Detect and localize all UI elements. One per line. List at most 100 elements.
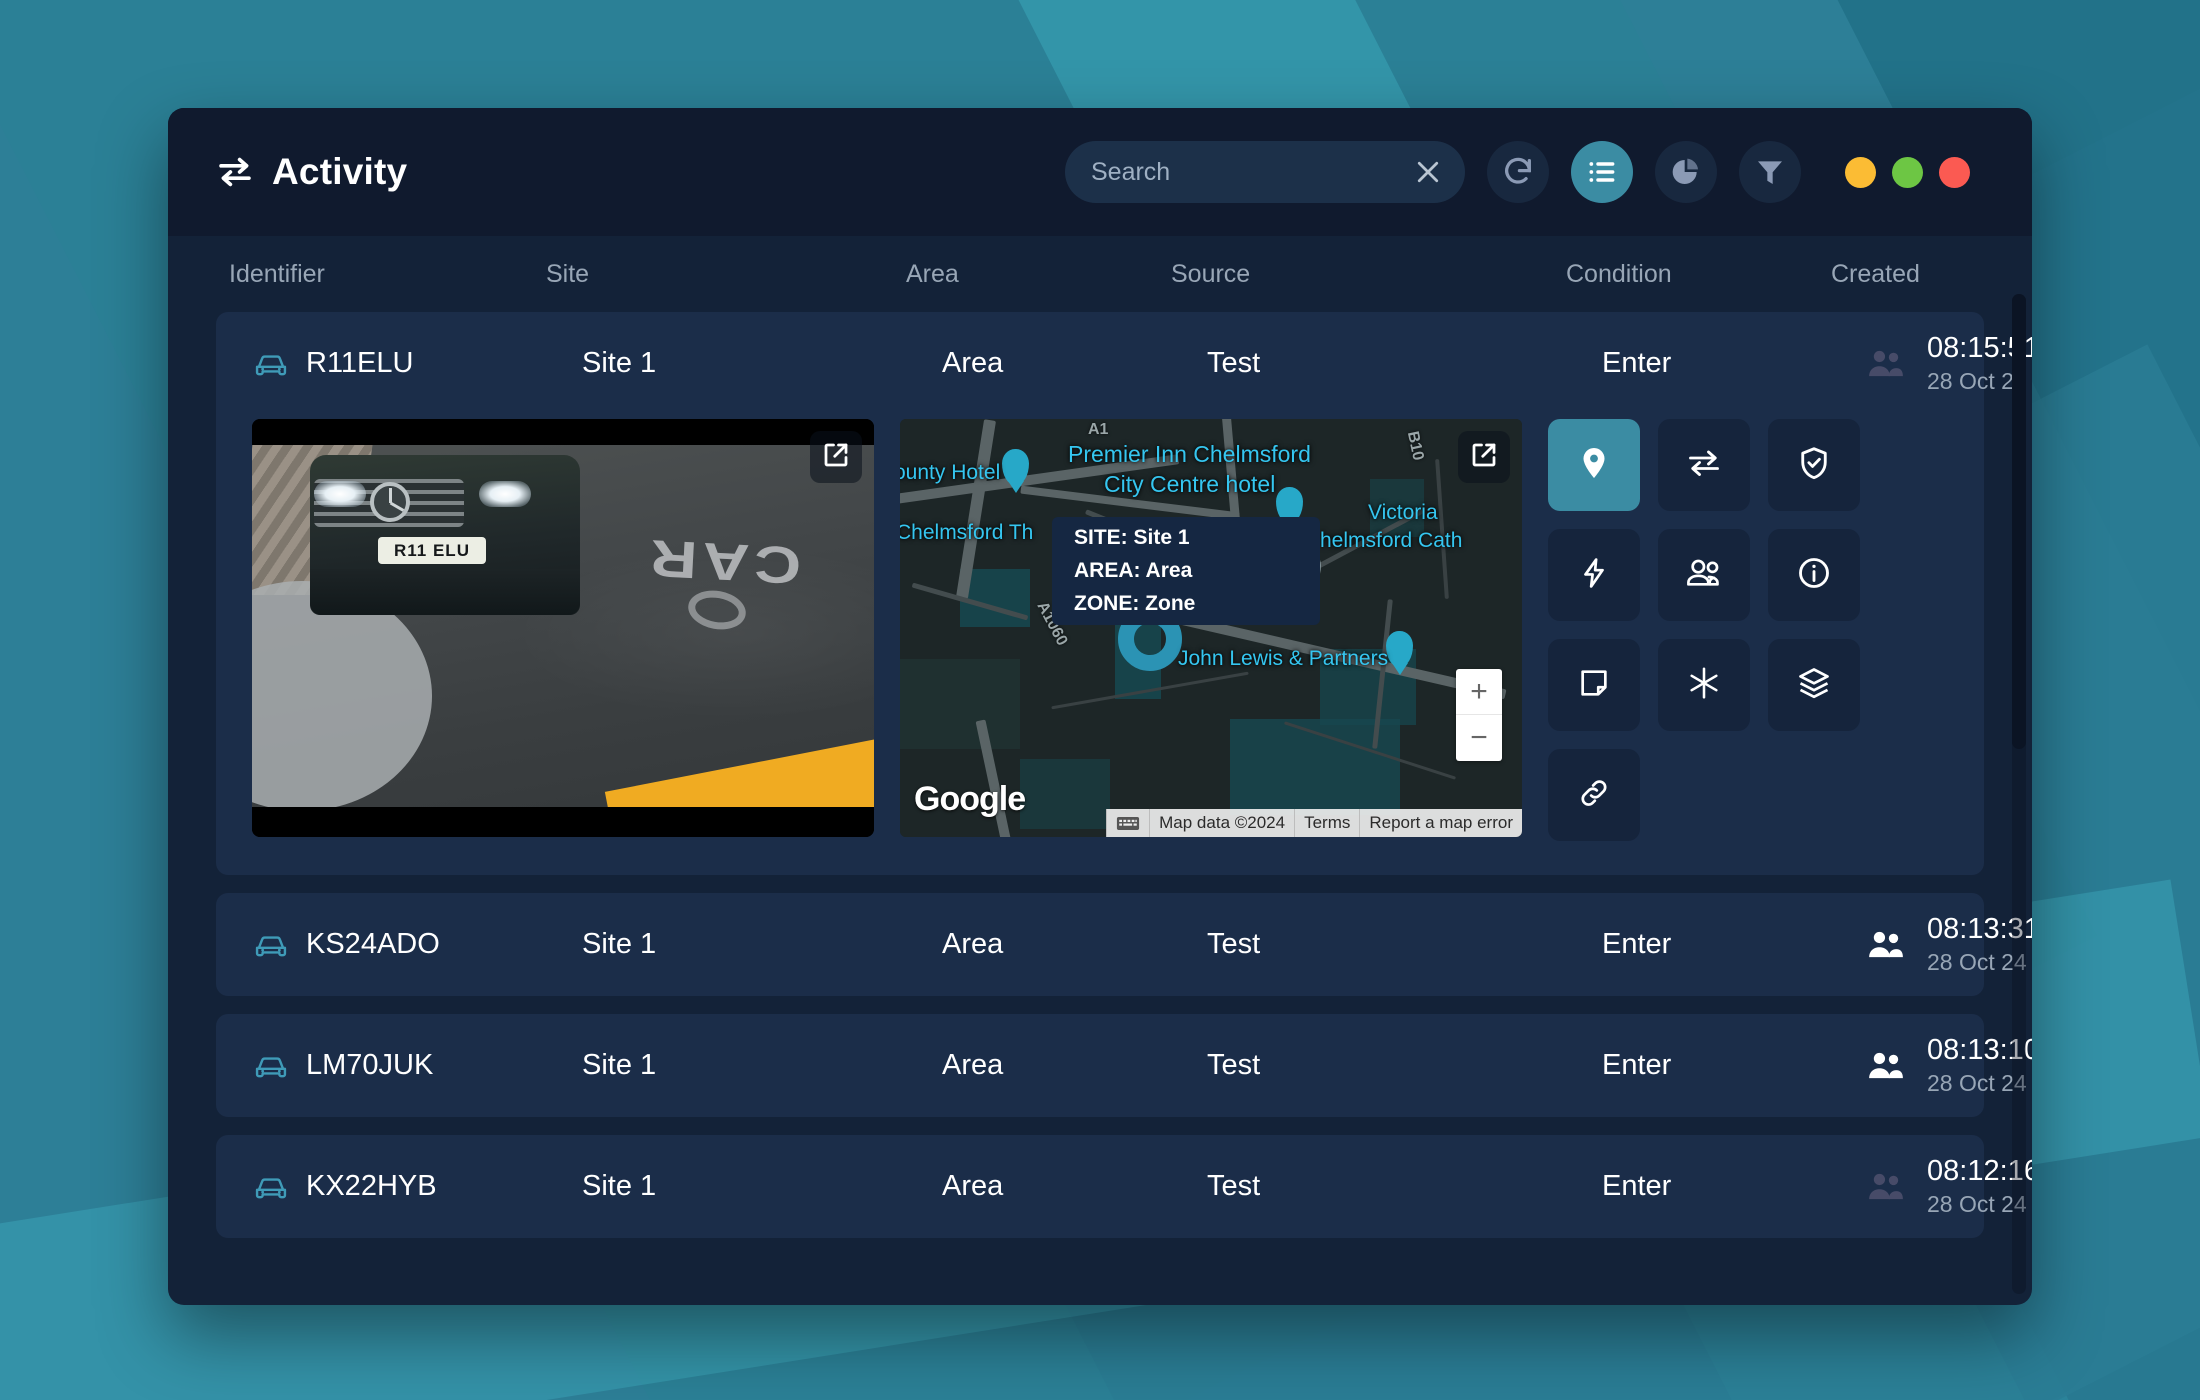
map-label: Chelmsford Th: [900, 521, 1034, 544]
maximize-dot[interactable]: [1892, 156, 1923, 188]
events-button[interactable]: [1548, 529, 1640, 621]
map-label: Victoria: [1368, 501, 1438, 524]
area-cell: Area: [942, 347, 1004, 379]
licence-plate: R11 ELU: [378, 537, 486, 564]
identifier-value: LM70JUK: [306, 1049, 434, 1081]
swap-horizontal-icon: [216, 155, 254, 189]
map-zoom-control[interactable]: + −: [1456, 669, 1502, 761]
activity-list: R11ELU Site 1 Area Test Enter 08:15:51 2…: [168, 312, 2032, 1305]
map-terms-link[interactable]: Terms: [1294, 809, 1360, 837]
search-field[interactable]: [1065, 141, 1465, 203]
window-titlebar: Activity: [168, 108, 2032, 236]
movements-button[interactable]: [1658, 419, 1750, 511]
map-label: Premier Inn Chelmsford: [1068, 441, 1311, 467]
people-button[interactable]: [1658, 529, 1750, 621]
people-icon: [1685, 556, 1723, 595]
table-row[interactable]: R11ELU Site 1 Area Test Enter 08:15:51 2…: [216, 312, 2032, 875]
people-icon: [1867, 929, 1905, 959]
shield-check-icon: [1796, 445, 1832, 486]
keyboard-icon[interactable]: [1106, 809, 1150, 837]
people-icon: [1867, 1050, 1905, 1080]
map-label: helmsford Cath: [1320, 529, 1463, 552]
map-label: City Centre hotel: [1104, 471, 1276, 497]
link-icon: [1577, 776, 1611, 815]
headlight-right: [479, 481, 531, 507]
source-cell: Test: [1207, 1049, 1261, 1081]
created-cell: 08:13:10 28 Oct 24: [1867, 1035, 2032, 1095]
vehicle-bumper: [310, 569, 580, 615]
site-cell: Site 1: [582, 1170, 657, 1202]
anpr-button[interactable]: [1658, 639, 1750, 731]
minimize-dot[interactable]: [1845, 156, 1876, 188]
layers-icon: [1796, 665, 1832, 706]
page-title-text: Activity: [272, 151, 408, 192]
map-pin-icon: [1576, 445, 1612, 486]
car-icon: [252, 932, 290, 958]
map-road-label: B10: [1403, 429, 1427, 463]
list-scrollbar[interactable]: [2012, 294, 2026, 1294]
letterbox-top: [252, 419, 874, 445]
area-cell: Area: [942, 1170, 1004, 1202]
column-header-area: Area: [906, 259, 959, 288]
car-icon: [252, 1174, 290, 1200]
identifier-value: KS24ADO: [306, 928, 440, 960]
table-row[interactable]: KX22HYB Site 1 Area Test Enter 08:12:16 …: [216, 1135, 2032, 1238]
letterbox-bottom: [252, 807, 874, 837]
external-link-icon: [821, 440, 851, 475]
layers-button[interactable]: [1768, 639, 1860, 731]
filter-button[interactable]: [1739, 141, 1801, 203]
table-row-summary[interactable]: LM70JUK Site 1 Area Test Enter 08:13:10 …: [216, 1014, 2032, 1117]
chart-view-button[interactable]: [1655, 141, 1717, 203]
table-row-summary[interactable]: KS24ADO Site 1 Area Test Enter 08:13:31 …: [216, 893, 2032, 996]
table-row[interactable]: LM70JUK Site 1 Area Test Enter 08:13:10 …: [216, 1014, 2032, 1117]
car-icon: [252, 351, 290, 377]
window-dots: [1845, 156, 1970, 188]
refresh-button[interactable]: [1487, 141, 1549, 203]
column-header-source: Source: [1171, 259, 1251, 288]
titlebar-controls: [1065, 141, 1970, 203]
search-input[interactable]: [1091, 157, 1413, 187]
table-row-summary[interactable]: KX22HYB Site 1 Area Test Enter 08:12:16 …: [216, 1135, 2032, 1238]
close-dot[interactable]: [1939, 156, 1970, 188]
condition-cell: Enter: [1602, 347, 1672, 379]
security-button[interactable]: [1768, 419, 1860, 511]
condition-cell: Enter: [1602, 1170, 1672, 1202]
clear-search-icon[interactable]: [1413, 157, 1443, 187]
location-map[interactable]: ounty Hotel Premier Inn Chelmsford City …: [900, 419, 1522, 837]
site-cell: Site 1: [582, 928, 657, 960]
notes-button[interactable]: [1548, 639, 1640, 731]
link-button[interactable]: [1548, 749, 1640, 841]
row-detail-panel: CAR R11 ELU ounty Hotel Premier Inn Chel…: [216, 415, 1984, 875]
info-button[interactable]: [1768, 529, 1860, 621]
map-data-credit: Map data ©2024: [1149, 809, 1295, 837]
created-cell: 08:12:16 28 Oct 24: [1867, 1156, 2032, 1216]
tooltip-area: AREA: Area: [1074, 559, 1193, 582]
people-icon: [1867, 1171, 1905, 1201]
table-row[interactable]: KS24ADO Site 1 Area Test Enter 08:13:31 …: [216, 893, 2032, 996]
map-zoom-out-button[interactable]: −: [1456, 715, 1502, 761]
scrollbar-thumb[interactable]: [2012, 294, 2026, 749]
created-cell: 08:13:31 28 Oct 24: [1867, 914, 2032, 974]
car-icon: [252, 1053, 290, 1079]
map-report-error-link[interactable]: Report a map error: [1359, 809, 1522, 837]
location-button[interactable]: [1548, 419, 1640, 511]
list-view-button[interactable]: [1571, 141, 1633, 203]
expand-capture-button[interactable]: [810, 431, 862, 483]
tooltip-zone: ZONE: Zone: [1074, 592, 1196, 615]
road-marking-car: CAR: [644, 527, 803, 595]
column-header-created: Created: [1831, 259, 1920, 288]
column-header-condition: Condition: [1566, 259, 1672, 288]
source-cell: Test: [1207, 1170, 1261, 1202]
map-zoom-in-button[interactable]: +: [1456, 669, 1502, 715]
table-row-summary[interactable]: R11ELU Site 1 Area Test Enter 08:15:51 2…: [216, 312, 2032, 415]
map-road-label: A1: [1088, 421, 1109, 438]
identifier-cell: KX22HYB: [252, 1170, 582, 1203]
map-canvas: ounty Hotel Premier Inn Chelmsford City …: [900, 419, 1522, 837]
condition-cell: Enter: [1602, 928, 1672, 960]
camera-capture[interactable]: CAR R11 ELU: [252, 419, 874, 837]
app-window: Activity Search Identifier Site Area Sou…: [168, 108, 2032, 1305]
identifier-value: KX22HYB: [306, 1170, 437, 1202]
expand-map-button[interactable]: [1458, 431, 1510, 483]
area-cell: Area: [942, 928, 1004, 960]
identifier-value: R11ELU: [306, 347, 414, 379]
